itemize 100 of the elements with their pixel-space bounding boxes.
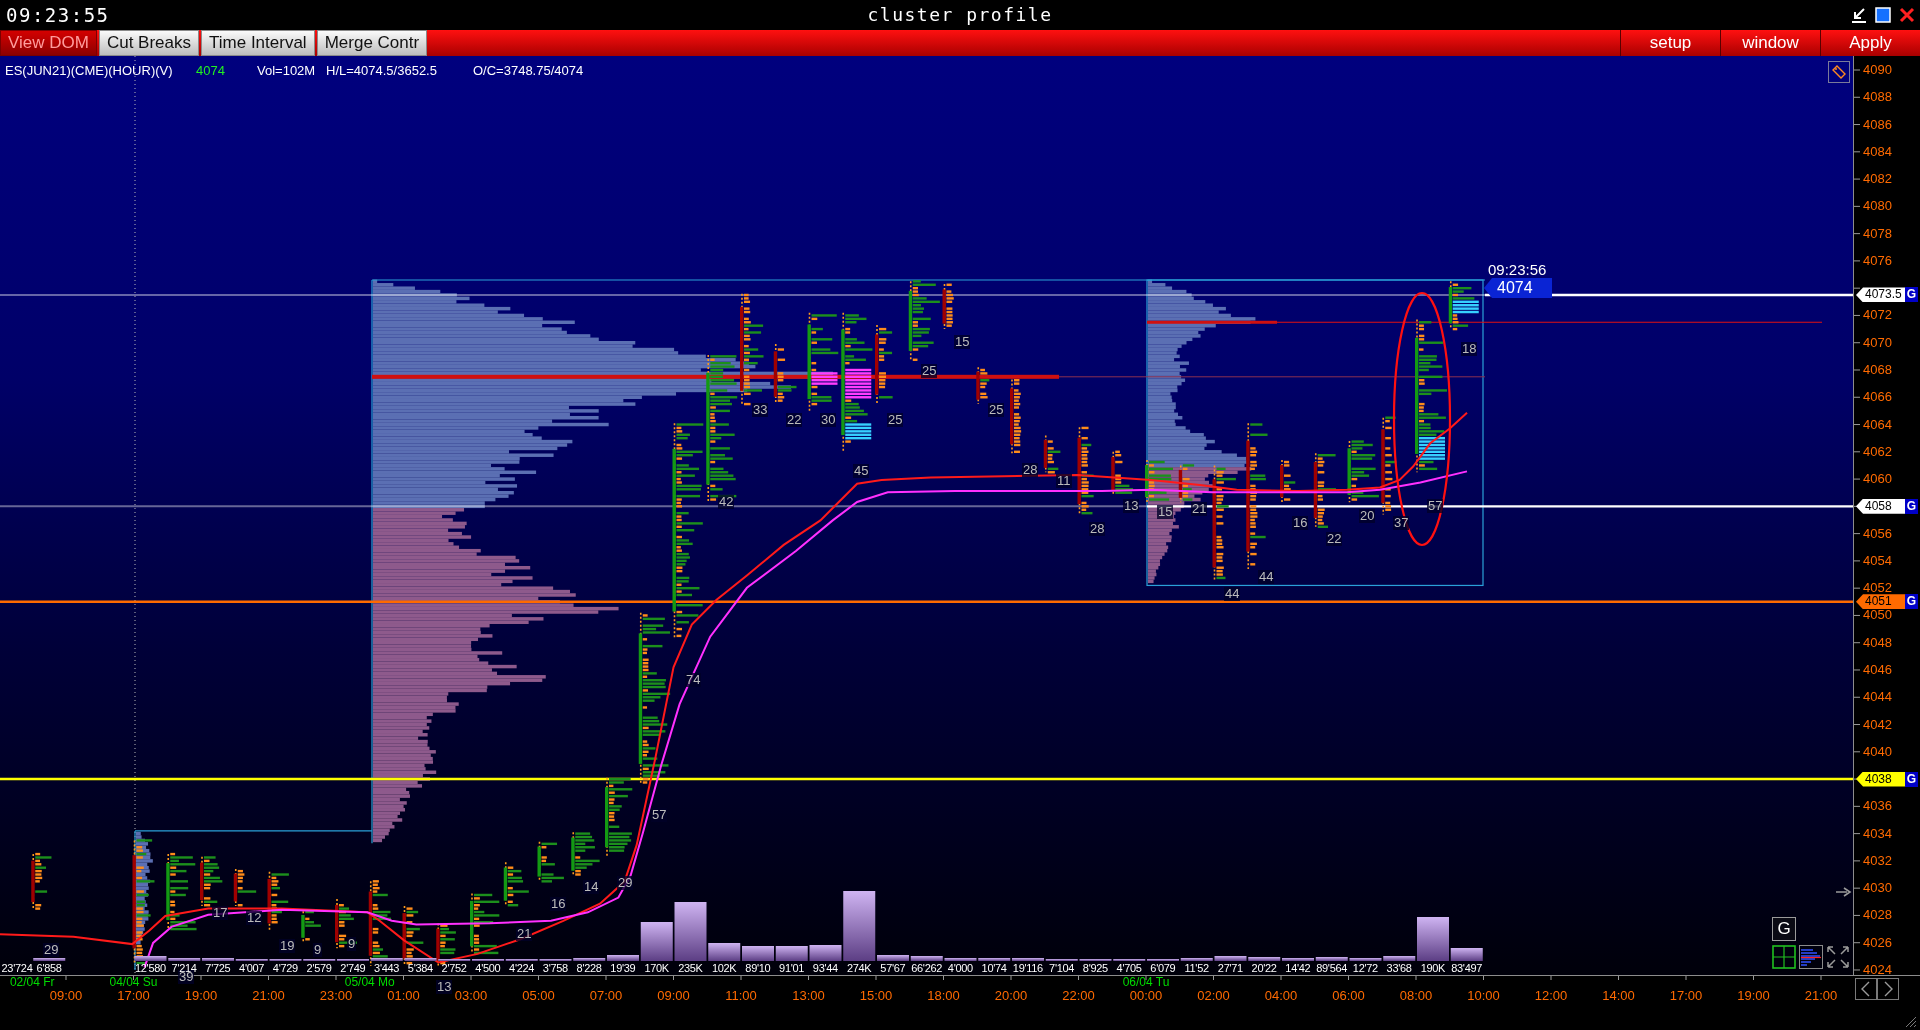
time-label: 09:00 xyxy=(49,988,83,1003)
volume-value: 33'68 xyxy=(1386,962,1412,975)
bar-count: 19 xyxy=(279,939,296,953)
price-tick: 4064 xyxy=(1863,416,1892,433)
time-label: 09:00 xyxy=(657,988,690,1003)
volume-value: 5'384 xyxy=(407,962,433,975)
time-label: 02:00 xyxy=(1197,988,1230,1003)
price-tick: 4048 xyxy=(1863,634,1892,651)
price-tick: 4050 xyxy=(1863,607,1892,624)
time-label: 19:00 xyxy=(184,988,218,1003)
bar-count: 29 xyxy=(43,943,60,957)
clock-label: 09:23:55 xyxy=(6,4,110,26)
footprint-bar xyxy=(1280,459,1296,504)
minimize-icon[interactable] xyxy=(1851,7,1867,23)
chevron-right-icon[interactable] xyxy=(1877,978,1899,1000)
volume-value: 89'10 xyxy=(745,962,771,975)
volume-value: 190K xyxy=(1420,962,1446,975)
footprint-bar xyxy=(942,283,954,330)
bar-count: 21 xyxy=(516,927,533,941)
footprint-bar xyxy=(31,852,52,910)
price-tick: 4084 xyxy=(1863,143,1892,160)
time-label: 07:00 xyxy=(589,988,623,1003)
volume-value: 14'42 xyxy=(1285,962,1311,975)
last-price: 4074 xyxy=(196,63,226,78)
last-price-tag: 4074 xyxy=(1484,278,1552,298)
close-icon[interactable] xyxy=(1899,7,1915,23)
window-title: cluster profile xyxy=(867,4,1053,26)
histogram-icon[interactable] xyxy=(1799,945,1823,969)
level-flag: G xyxy=(1905,594,1918,610)
time-label: 19:00 xyxy=(1737,988,1770,1003)
price-tick: 4032 xyxy=(1863,852,1892,869)
footprint-bar xyxy=(200,856,223,907)
volume-value: 7'725 xyxy=(205,962,231,975)
bar-count: 25 xyxy=(988,403,1005,417)
toolbar-button[interactable]: Time Interval xyxy=(201,30,315,56)
price-level-tag: 4038 xyxy=(1856,771,1905,787)
footprint-bar xyxy=(1111,450,1134,497)
price-tick: 4034 xyxy=(1863,825,1892,842)
volume-value: 7'104 xyxy=(1049,962,1075,975)
price-tick: 4054 xyxy=(1863,552,1892,569)
time-label: 03:00 xyxy=(454,988,488,1003)
maximize-icon[interactable] xyxy=(1875,7,1891,23)
volume-value: 170K xyxy=(644,962,669,975)
volume-value: 19'39 xyxy=(610,962,636,975)
price-tick: 4072 xyxy=(1863,307,1892,324)
volume-value: 2'752 xyxy=(441,962,467,975)
level-flag: G xyxy=(1905,771,1918,787)
resize-grip-icon[interactable] xyxy=(1905,1016,1917,1028)
bar-count: 21 xyxy=(1191,502,1208,516)
price-tick: 4090 xyxy=(1863,62,1892,78)
bar-count: 20 xyxy=(1359,509,1376,523)
tag-icon[interactable] xyxy=(1828,61,1850,83)
bar-count: 42 xyxy=(718,495,735,509)
bar-count: 17 xyxy=(212,906,229,920)
price-tick: 4040 xyxy=(1863,743,1892,760)
volume-value: 66'262 xyxy=(911,962,943,975)
bar-count: 9 xyxy=(347,937,357,951)
time-label: 20:00 xyxy=(994,988,1028,1003)
mode-button[interactable]: G xyxy=(1772,917,1796,941)
toolbar-button[interactable]: Cut Breaks xyxy=(98,30,200,56)
volume-value: 6'858 xyxy=(36,962,62,975)
bar-count: 57 xyxy=(651,808,668,822)
time-label: 13:00 xyxy=(792,988,825,1003)
date-label: 06/04 Tu xyxy=(1122,976,1170,989)
time-label: 00:00 xyxy=(1129,988,1163,1003)
price-tick: 4086 xyxy=(1863,116,1892,133)
price-tick: 4078 xyxy=(1863,225,1892,242)
grid-icon[interactable] xyxy=(1772,945,1796,969)
price-tick: 4062 xyxy=(1863,443,1892,460)
volume-value: 4'500 xyxy=(475,962,501,975)
volume-value: 11'52 xyxy=(1184,962,1209,975)
bar-count: 25 xyxy=(921,364,938,378)
footprint-bar xyxy=(537,841,564,883)
volume-value: 93'44 xyxy=(812,962,838,975)
volume-stat: Vol=102M xyxy=(257,63,317,78)
volume-value: 3'443 xyxy=(374,962,400,975)
price-tick: 4068 xyxy=(1863,362,1892,378)
volume-value: 19'116 xyxy=(1012,962,1043,975)
high-low-stat: H/L=4074.5/3652.5 xyxy=(326,63,438,78)
time-label: 06:00 xyxy=(1332,988,1365,1003)
bar-count: 37 xyxy=(1393,516,1410,530)
volume-value: 4'000 xyxy=(947,962,973,975)
footprint-bar xyxy=(1145,459,1173,504)
volume-value: 8'228 xyxy=(576,962,602,975)
price-tick: 4070 xyxy=(1863,334,1892,351)
expand-icon[interactable] xyxy=(1826,945,1850,969)
toolbar-button[interactable]: Merge Contr xyxy=(316,30,428,56)
date-label: 05/04 Mo xyxy=(344,976,395,989)
chevron-left-icon[interactable] xyxy=(1855,978,1877,1000)
toolbar-button[interactable]: View DOM xyxy=(0,30,97,56)
volume-value: 4'705 xyxy=(1116,962,1142,975)
bar-count: 57 xyxy=(1427,499,1444,513)
bar-count: 9 xyxy=(313,943,323,957)
price-tick: 4066 xyxy=(1863,389,1892,406)
open-close-stat: O/C=3748.75/4074 xyxy=(473,63,584,78)
price-tick: 4042 xyxy=(1863,716,1892,733)
footprint-bar xyxy=(1178,464,1195,504)
bar-count: 13 xyxy=(1123,499,1140,513)
footprint-bar xyxy=(267,871,289,932)
time-label: 12:00 xyxy=(1534,988,1568,1003)
